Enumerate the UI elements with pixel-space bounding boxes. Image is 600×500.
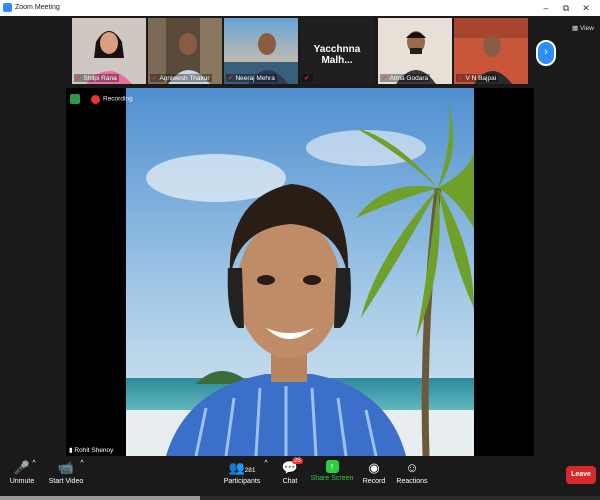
recording-dot-icon xyxy=(91,94,100,104)
participant-name-label: ✔ Atma Godara xyxy=(380,74,431,82)
active-speaker-name: ▮ Rohit Shenoy xyxy=(66,445,117,455)
participant-name-label: ✔ Shilpi Rana xyxy=(74,74,119,82)
muted-mic-icon: ✔ xyxy=(76,75,82,82)
signal-bars-icon: ▮ xyxy=(69,447,73,454)
speaker-video-frame xyxy=(126,88,474,456)
muted-mic-icon: ✔ xyxy=(382,75,388,82)
participant-tile[interactable]: ✔ V N Bajpai xyxy=(454,18,528,84)
muted-mic-icon: ✔ xyxy=(152,75,158,82)
horizontal-scrollbar[interactable] xyxy=(0,496,600,500)
participant-mute-indicator: ✔ xyxy=(302,74,314,82)
minimize-icon[interactable]: – xyxy=(536,1,556,15)
reactions-icon: ☺ xyxy=(405,460,419,475)
video-options-chevron-icon[interactable]: ^ xyxy=(78,460,86,467)
participant-tile[interactable]: ✔ Atma Godara xyxy=(378,18,452,84)
next-page-button[interactable]: › xyxy=(536,40,556,66)
participant-name-label: ✔ Agniwesh Thakur xyxy=(150,74,212,82)
reactions-button[interactable]: ☺ Reactions xyxy=(382,460,442,485)
close-icon[interactable]: ✕ xyxy=(576,1,596,15)
participant-name-label: ✔ V N Bajpai xyxy=(456,74,499,82)
grid-icon: ▦ xyxy=(572,25,579,32)
muted-mic-icon: ✔ xyxy=(458,75,464,82)
participant-tile[interactable]: ✔ Agniwesh Thakur xyxy=(148,18,222,84)
view-button[interactable]: ▦ View xyxy=(572,24,594,32)
participant-tile[interactable]: ✔ Neeraj Mehra xyxy=(224,18,298,84)
share-screen-icon: ↑ xyxy=(325,460,339,473)
muted-mic-icon: ✔ xyxy=(304,75,310,82)
window-titlebar: Zoom Meeting – ⧉ ✕ xyxy=(0,0,600,16)
participant-name-label: ✔ Neeraj Mehra xyxy=(226,74,277,82)
participant-tile[interactable]: Yacchnna Malh... ✔ xyxy=(300,18,374,84)
muted-microphone-icon: 🎤 xyxy=(13,460,31,475)
zoom-logo-icon xyxy=(3,3,12,12)
scrollbar-thumb[interactable] xyxy=(0,496,200,500)
start-video-button[interactable]: 📹 Start Video xyxy=(36,460,96,485)
participant-strip: ✔ Shilpi Rana ✔ Agniwesh Thakur ✔ Neeraj Me… xyxy=(0,16,600,86)
leave-button[interactable]: Leave xyxy=(566,466,596,484)
active-speaker-video xyxy=(126,88,474,456)
record-icon: ◉ xyxy=(368,460,380,475)
recording-indicator: Recording xyxy=(70,94,133,104)
participants-icon: 👥281 xyxy=(228,460,256,475)
encryption-shield-icon[interactable] xyxy=(70,94,80,104)
participant-name-placeholder: Yacchnna Malh... xyxy=(313,44,361,66)
window-title: Zoom Meeting xyxy=(15,4,60,11)
chat-unread-badge: 25 xyxy=(292,458,303,464)
participant-tile[interactable]: ✔ Shilpi Rana xyxy=(72,18,146,84)
video-off-icon: 📹 xyxy=(57,460,75,475)
maximize-icon[interactable]: ⧉ xyxy=(556,1,576,15)
muted-mic-icon: ✔ xyxy=(228,75,234,82)
